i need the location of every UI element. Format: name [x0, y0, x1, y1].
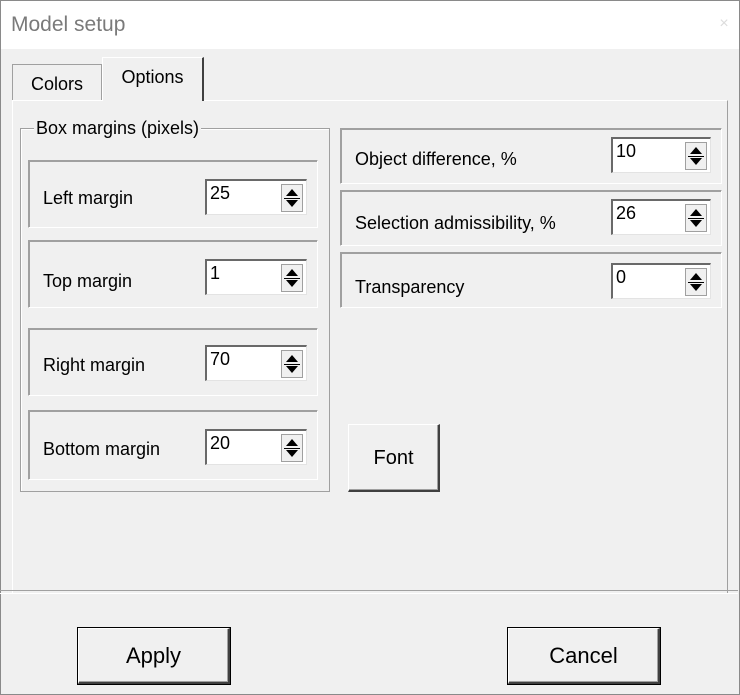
top-margin-value[interactable]: 1 — [210, 263, 220, 284]
left-margin-label: Left margin — [43, 188, 134, 208]
selection-admissibility-value[interactable]: 26 — [616, 203, 636, 224]
object-difference-value[interactable]: 10 — [616, 141, 636, 162]
right-margin-value[interactable]: 70 — [210, 349, 230, 370]
selection-admissibility-spinner[interactable]: 26 — [611, 199, 711, 235]
right-margin-spinner[interactable]: 70 — [205, 345, 307, 381]
up-down-arrows-icon[interactable] — [281, 264, 303, 292]
selection-admissibility-panel: Selection admissibility, % 26 — [340, 190, 722, 246]
window-title: Model setup — [11, 13, 126, 36]
close-icon[interactable]: × — [713, 13, 735, 35]
left-margin-panel: Left margin 25 — [28, 160, 318, 228]
tab-colors[interactable]: Colors — [12, 64, 102, 100]
top-margin-panel: Top margin 1 — [28, 240, 318, 308]
bottom-margin-spinner[interactable]: 20 — [205, 429, 307, 465]
bottom-margin-value[interactable]: 20 — [210, 433, 230, 454]
bottom-margin-panel: Bottom margin 20 — [28, 410, 318, 480]
up-down-arrows-icon[interactable] — [281, 350, 303, 378]
object-difference-spinner[interactable]: 10 — [611, 137, 711, 173]
transparency-value[interactable]: 0 — [616, 267, 626, 288]
tab-options[interactable]: Options — [102, 57, 204, 101]
cancel-button[interactable]: Cancel — [508, 628, 660, 684]
selection-admissibility-label: Selection admissibility, % — [355, 213, 556, 233]
box-margins-group-title: Box margins (pixels) — [34, 118, 202, 139]
transparency-spinner[interactable]: 0 — [611, 263, 711, 299]
object-difference-panel: Object difference, % 10 — [340, 128, 722, 184]
top-margin-spinner[interactable]: 1 — [205, 259, 307, 295]
up-down-arrows-icon[interactable] — [685, 204, 707, 232]
title-bar: Model setup × — [1, 1, 739, 49]
up-down-arrows-icon[interactable] — [685, 268, 707, 296]
object-difference-label: Object difference, % — [355, 149, 517, 169]
apply-button[interactable]: Apply — [78, 628, 230, 684]
font-button[interactable]: Font — [348, 424, 440, 492]
up-down-arrows-icon[interactable] — [281, 434, 303, 462]
right-margin-label: Right margin — [43, 355, 146, 375]
up-down-arrows-icon[interactable] — [281, 184, 303, 212]
transparency-panel: Transparency 0 — [340, 252, 722, 308]
bottom-margin-label: Bottom margin — [43, 439, 161, 459]
up-down-arrows-icon[interactable] — [685, 142, 707, 170]
right-margin-panel: Right margin 70 — [28, 328, 318, 396]
transparency-label: Transparency — [355, 277, 465, 297]
top-margin-label: Top margin — [43, 271, 133, 291]
left-margin-value[interactable]: 25 — [210, 183, 230, 204]
footer-separator — [0, 590, 738, 594]
left-margin-spinner[interactable]: 25 — [205, 179, 307, 215]
